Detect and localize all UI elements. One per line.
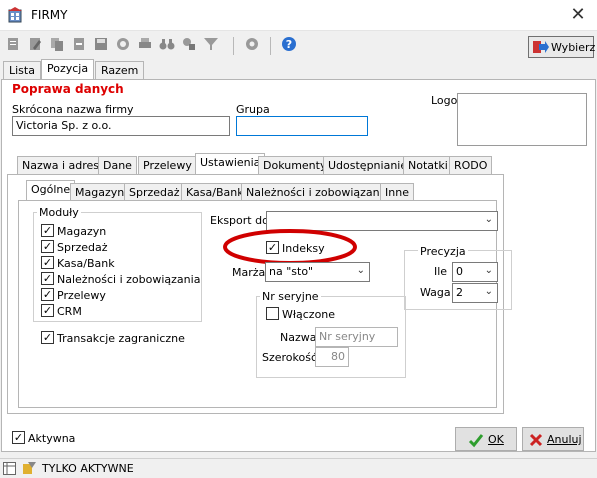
binoculars-icon[interactable] <box>159 36 175 52</box>
nr-seryjne-name-input[interactable]: Nr seryjny <box>315 327 398 347</box>
edit-icon[interactable] <box>27 36 43 52</box>
window-title: FIRMY <box>31 8 68 22</box>
checkbox-label: Sprzedaż <box>57 241 108 254</box>
ile-value: 0 <box>456 265 463 278</box>
x-icon <box>529 433 543 447</box>
waga-label: Waga <box>420 286 451 299</box>
status-bar: TYLKO AKTYWNE <box>0 458 597 478</box>
tab-sprzedaz[interactable]: Sprzedaż <box>124 183 185 201</box>
ile-label: Ile <box>434 265 448 278</box>
checkbox-aktywna[interactable]: ✓ <box>12 431 25 444</box>
checkbox-sprzedaz[interactable]: ✓ <box>41 240 54 253</box>
toolbar: ? <box>0 31 597 61</box>
checkbox-nr-seryjne-enabled[interactable] <box>266 307 279 320</box>
group-label: Grupa <box>236 103 270 116</box>
new-icon[interactable] <box>5 36 21 52</box>
grid-icon[interactable] <box>3 462 16 475</box>
refresh-icon[interactable] <box>115 36 131 52</box>
tab-ustawienia[interactable]: Ustawienia <box>195 153 266 175</box>
cancel-label: Anuluj <box>547 433 582 446</box>
tab-lista[interactable]: Lista <box>3 61 41 80</box>
select-arrow-icon <box>533 41 549 53</box>
tab-magazyn[interactable]: Magazyn <box>70 183 130 201</box>
checkbox-label: Należności i zobowiązania <box>57 273 201 286</box>
nr-seryjne-title: Nr seryjne <box>260 290 321 303</box>
nr-seryjne-name-label: Nazwa <box>280 331 317 344</box>
tab-kasa-bank[interactable]: Kasa/Bank <box>181 183 249 201</box>
print-icon[interactable] <box>137 36 153 52</box>
logo-label: Logo <box>431 94 458 107</box>
nr-seryjne-width-input[interactable]: 80 <box>315 347 349 367</box>
tools-icon[interactable] <box>181 36 197 52</box>
tab-inne[interactable]: Inne <box>380 183 414 201</box>
close-icon[interactable]: ✕ <box>566 3 590 27</box>
ok-label: OK <box>488 433 504 446</box>
tab-razem[interactable]: Razem <box>95 61 145 80</box>
tab-nazwa-i-adres[interactable]: Nazwa i adres <box>17 156 105 175</box>
save-icon[interactable] <box>93 36 109 52</box>
wybierz-label: Wybierz <box>551 41 596 54</box>
checkbox-label: CRM <box>57 305 82 318</box>
checkbox-label: Kasa/Bank <box>57 257 115 270</box>
checkbox-label: Przelewy <box>57 289 106 302</box>
ok-button[interactable]: OK <box>455 427 517 451</box>
checkbox-magazyn[interactable]: ✓ <box>41 224 54 237</box>
checkbox-kasa-bank[interactable]: ✓ <box>41 256 54 269</box>
export-label: Eksport do <box>210 214 269 227</box>
tab-dokumenty[interactable]: Dokumenty <box>258 156 332 175</box>
checkbox-crm[interactable]: ✓ <box>41 304 54 317</box>
short-name-input[interactable]: Victoria Sp. z o.o. <box>12 116 230 136</box>
marza-select[interactable]: na "sto" ⌄ <box>265 262 370 282</box>
toolbar-separator <box>270 37 271 55</box>
tab-ogolne[interactable]: Ogólne <box>26 180 76 201</box>
checkbox-indeksy[interactable]: ✓ <box>266 241 279 254</box>
app-icon <box>8 7 22 23</box>
help-icon[interactable]: ? <box>281 36 297 52</box>
nr-seryjne-width-label: Szerokość <box>262 351 318 364</box>
checkbox-foreign-transactions[interactable]: ✓ <box>41 331 54 344</box>
settings-icon[interactable] <box>244 36 260 52</box>
filter-status-icon[interactable] <box>22 462 36 475</box>
section-title: Poprawa danych <box>12 82 124 96</box>
tab-naleznosci[interactable]: Należności i zobowiązania <box>241 183 395 201</box>
toolbar-separator <box>233 37 234 55</box>
waga-select[interactable]: 2 ⌄ <box>452 283 498 303</box>
tab-pozycja[interactable]: Pozycja <box>41 59 95 80</box>
check-icon <box>468 434 484 448</box>
filter-icon[interactable] <box>203 36 219 52</box>
waga-value: 2 <box>456 286 463 299</box>
cancel-button[interactable]: Anuluj <box>522 427 584 451</box>
chevron-down-icon: ⌄ <box>484 286 493 297</box>
wybierz-button[interactable]: Wybierz <box>528 36 596 58</box>
checkbox-label: Magazyn <box>57 225 107 238</box>
checkbox-przelewy[interactable]: ✓ <box>41 288 54 301</box>
modules-title: Moduły <box>37 206 81 219</box>
checkbox-naleznosci[interactable]: ✓ <box>41 272 54 285</box>
logo-box[interactable] <box>457 93 587 146</box>
svg-text:?: ? <box>286 38 292 51</box>
tab-przelewy[interactable]: Przelewy <box>138 156 197 175</box>
group-input[interactable] <box>236 116 368 136</box>
nr-seryjne-enabled-label: Włączone <box>282 308 336 321</box>
chevron-down-icon: ⌄ <box>356 265 365 276</box>
foreign-transactions-label: Transakcje zagraniczne <box>57 332 185 345</box>
copy-icon[interactable] <box>49 36 65 52</box>
status-text: TYLKO AKTYWNE <box>42 462 134 475</box>
title-bar: FIRMY ✕ <box>0 0 597 31</box>
tab-udostepnianie[interactable]: Udostępnianie <box>323 156 413 175</box>
ile-select[interactable]: 0 ⌄ <box>452 262 498 282</box>
chevron-down-icon: ⌄ <box>484 214 493 225</box>
chevron-down-icon: ⌄ <box>484 265 493 276</box>
aktywna-label: Aktywna <box>28 432 76 445</box>
precyzja-title: Precyzja <box>418 245 468 258</box>
marza-value: na "sto" <box>269 265 314 278</box>
short-name-label: Skrócona nazwa firmy <box>12 103 134 116</box>
indeksy-label: Indeksy <box>282 242 325 255</box>
tab-dane[interactable]: Dane <box>98 156 137 175</box>
delete-icon[interactable] <box>71 36 87 52</box>
tab-rodo[interactable]: RODO <box>449 156 493 175</box>
tab-notatki[interactable]: Notatki <box>403 156 453 175</box>
marza-label: Marża <box>232 266 266 279</box>
